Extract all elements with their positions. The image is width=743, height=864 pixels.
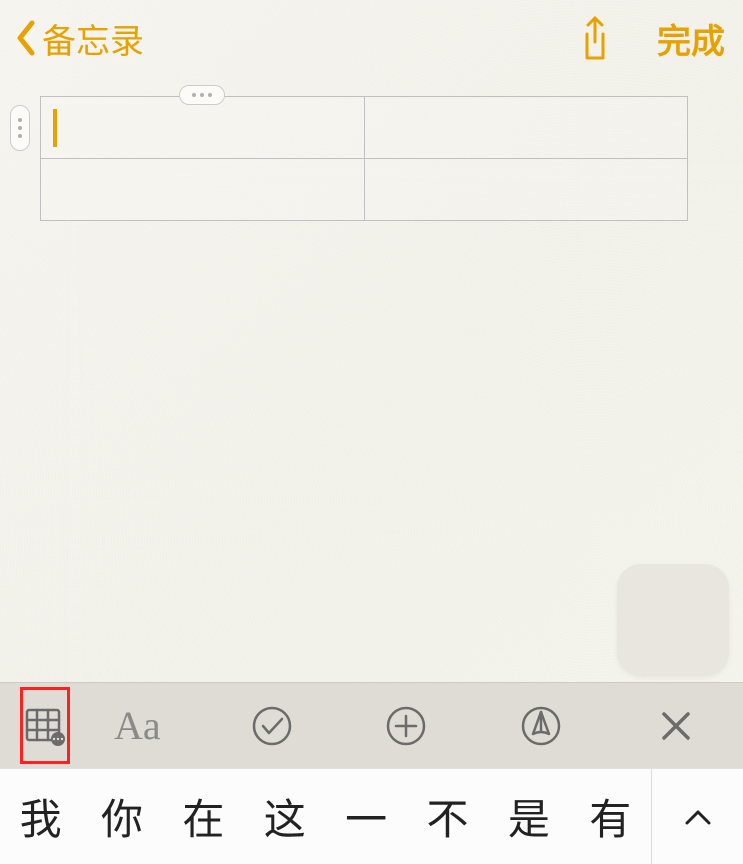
- table-cell-r0c1[interactable]: [364, 97, 688, 159]
- table-cell-r1c0[interactable]: [41, 159, 365, 221]
- font-tool-button[interactable]: Aa: [70, 683, 205, 768]
- share-button[interactable]: [577, 14, 613, 62]
- ime-candidate[interactable]: 在: [163, 786, 244, 847]
- text-cursor: [53, 109, 57, 147]
- back-label: 备忘录: [42, 14, 144, 63]
- ime-candidate[interactable]: 不: [407, 786, 488, 847]
- ime-candidate[interactable]: 是: [488, 786, 569, 847]
- close-toolbar-button[interactable]: [608, 683, 743, 768]
- checklist-tool-button[interactable]: [205, 683, 340, 768]
- note-content-area[interactable]: [0, 76, 743, 221]
- table-cell-r0c0[interactable]: [41, 97, 365, 159]
- expand-candidates-button[interactable]: [651, 769, 743, 864]
- note-table-wrapper: [40, 96, 703, 221]
- back-button[interactable]: 备忘录: [14, 14, 144, 63]
- ime-candidate[interactable]: 我: [0, 786, 81, 847]
- row-handle-icon[interactable]: [10, 105, 30, 151]
- table-tool-button[interactable]: [20, 687, 70, 764]
- chevron-left-icon: [14, 19, 36, 57]
- pen-circle-icon: [519, 704, 563, 748]
- header: 备忘录 完成: [0, 0, 743, 76]
- close-icon: [654, 704, 698, 748]
- check-circle-icon: [250, 704, 294, 748]
- done-button[interactable]: 完成: [657, 14, 729, 63]
- table-icon: [23, 704, 67, 748]
- ime-candidate[interactable]: 这: [244, 786, 325, 847]
- floating-panel[interactable]: [617, 564, 729, 676]
- format-toolbar: Aa: [0, 682, 743, 768]
- chevron-up-icon: [683, 807, 713, 827]
- font-icon: Aa: [114, 702, 161, 749]
- ime-candidate[interactable]: 你: [81, 786, 162, 847]
- column-handle-icon[interactable]: [179, 85, 225, 105]
- ime-candidate[interactable]: 一: [326, 786, 407, 847]
- note-table[interactable]: [40, 96, 688, 221]
- table-cell-r1c1[interactable]: [364, 159, 688, 221]
- draw-tool-button[interactable]: [474, 683, 609, 768]
- plus-circle-icon: [384, 704, 428, 748]
- ime-candidate-bar: 我 你 在 这 一 不 是 有: [0, 768, 743, 864]
- add-tool-button[interactable]: [339, 683, 474, 768]
- ime-candidate[interactable]: 有: [570, 786, 651, 847]
